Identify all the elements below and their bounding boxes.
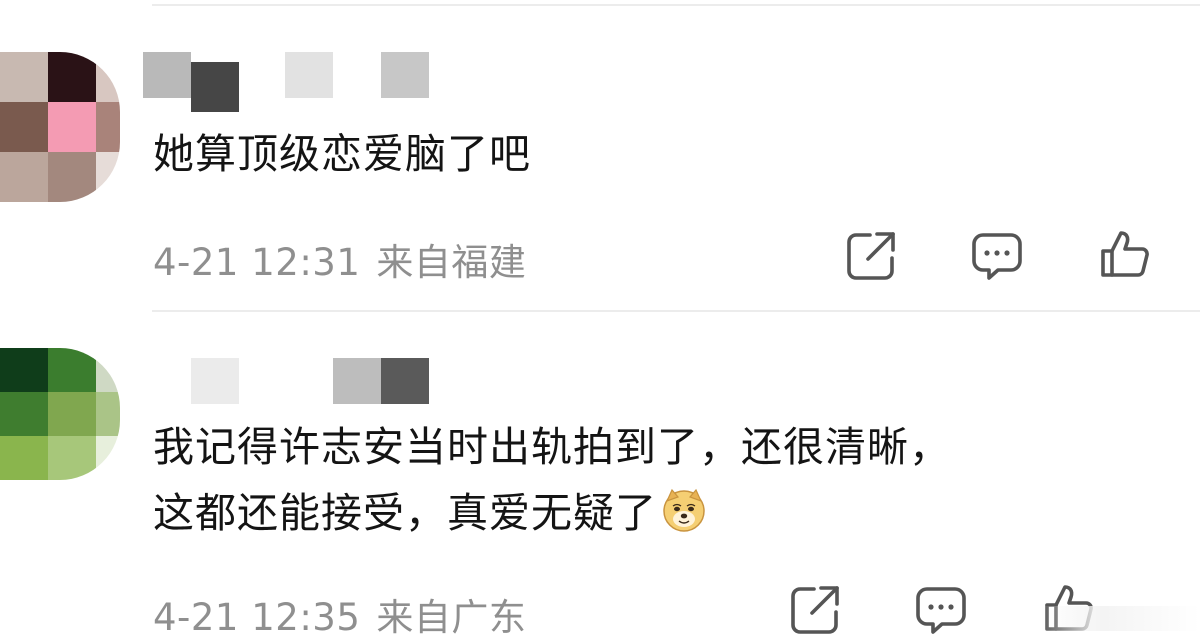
username-redacted[interactable] bbox=[143, 52, 433, 112]
share-icon bbox=[791, 586, 839, 634]
comment-meta: 4-21 12:35 来自广东 bbox=[153, 587, 526, 641]
comment-text: 她算顶级恋爱脑了吧 bbox=[153, 121, 531, 187]
doge-emoji bbox=[661, 487, 707, 533]
watermark-fade bbox=[1040, 606, 1200, 631]
location: 来自广东 bbox=[376, 596, 527, 639]
comment-icon bbox=[916, 587, 966, 634]
username-redacted[interactable] bbox=[143, 358, 433, 404]
comment-meta: 4-21 12:31 来自福建 bbox=[153, 232, 526, 286]
like-button[interactable] bbox=[1098, 227, 1152, 281]
timestamp: 4-21 12:31 bbox=[153, 241, 361, 284]
comment-line: 这都还能接受，真爱无疑了 bbox=[153, 489, 657, 537]
avatar[interactable] bbox=[0, 52, 120, 202]
thumbs-up-icon bbox=[1101, 231, 1149, 277]
comment-line-2: 这都还能接受，真爱无疑了 bbox=[153, 480, 951, 546]
top-divider bbox=[152, 4, 1200, 6]
share-button[interactable] bbox=[788, 583, 842, 637]
comment-divider bbox=[152, 310, 1200, 312]
share-icon bbox=[847, 232, 895, 280]
comment-line: 她算顶级恋爱脑了吧 bbox=[153, 130, 531, 178]
comment-button[interactable] bbox=[970, 229, 1024, 283]
avatar[interactable] bbox=[0, 348, 120, 480]
comment-button[interactable] bbox=[914, 583, 968, 637]
location: 来自福建 bbox=[376, 241, 527, 284]
comment-line: 我记得许志安当时出轨拍到了，还很清晰， bbox=[153, 423, 951, 471]
timestamp: 4-21 12:35 bbox=[153, 596, 361, 639]
comment-text: 我记得许志安当时出轨拍到了，还很清晰， 这都还能接受，真爱无疑了 bbox=[153, 414, 951, 546]
comment-icon bbox=[972, 233, 1022, 280]
share-button[interactable] bbox=[844, 229, 898, 283]
